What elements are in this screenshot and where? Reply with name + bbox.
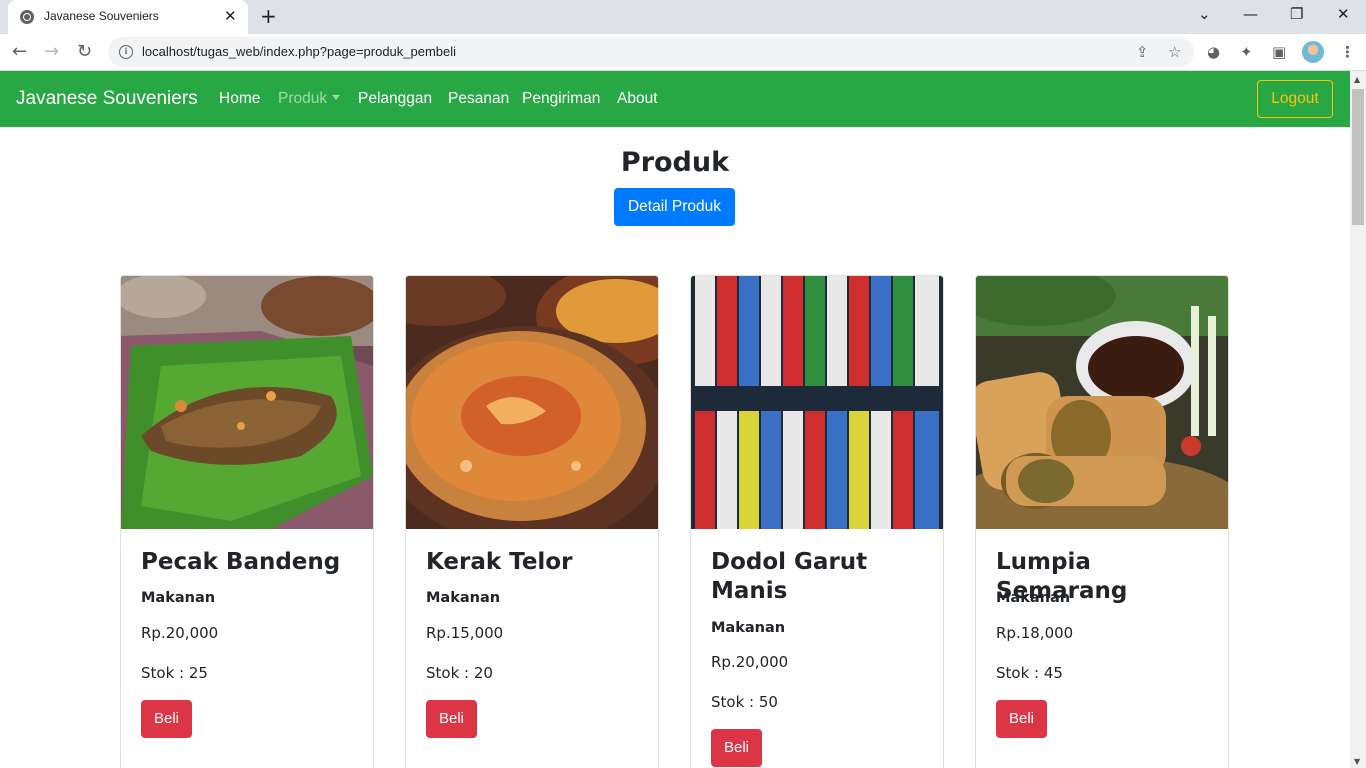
product-category: Makanan [141,590,216,606]
globe-icon [20,10,34,24]
tab-title: Javanese Souveniers [44,9,159,23]
product-price: Rp.18,000 [996,624,1074,642]
page-scrollbar[interactable]: ▲ ▼ [1350,71,1366,768]
product-category: Makanan [996,590,1071,606]
product-stock: Stok : 20 [426,664,493,682]
extensions-puzzle-icon[interactable]: ✦ [1240,43,1253,61]
minimize-icon[interactable]: — [1243,4,1258,24]
site-info-icon[interactable]: i [119,45,133,59]
product-stock: Stok : 45 [996,664,1063,682]
navbar-brand[interactable]: Javanese Souveniers [16,88,198,110]
nav-link-pelanggan[interactable]: Pelanggan [358,90,432,108]
tab-search-icon[interactable]: ⌄ [1198,4,1211,24]
scroll-down-arrow-icon[interactable]: ▼ [1354,757,1360,766]
product-category: Makanan [426,590,501,606]
product-price: Rp.20,000 [711,653,789,671]
share-icon[interactable]: ⇪ [1136,43,1149,61]
restore-icon[interactable]: ❐ [1290,4,1303,24]
detail-produk-button[interactable]: Detail Produk [614,188,735,226]
browser-toolbar: ← → ↻ i localhost/tugas_web/index.php?pa… [0,34,1366,71]
product-category: Makanan [711,620,786,636]
nav-link-pengiriman[interactable]: Pengiriman [522,90,600,108]
product-image-pecak-bandeng [121,276,373,529]
address-bar[interactable]: i localhost/tugas_web/index.php?page=pro… [108,37,1194,67]
forward-icon[interactable]: → [44,41,59,63]
new-tab-icon[interactable]: + [260,5,277,27]
product-card: Dodol Garut Manis Makanan Rp.20,000 Stok… [690,275,944,768]
page-viewport: Javanese Souveniers Home Produk Pelangga… [0,71,1350,768]
back-icon[interactable]: ← [12,41,27,63]
profile-avatar[interactable] [1302,41,1324,63]
url-text[interactable]: localhost/tugas_web/index.php?page=produ… [142,44,456,59]
product-card: Kerak Telor Makanan Rp.15,000 Stok : 20 … [405,275,659,768]
product-image-dodol-garut [691,276,943,529]
page-title: Produk [620,147,730,178]
nav-link-home[interactable]: Home [219,90,260,108]
close-tab-icon[interactable]: ✕ [224,8,237,24]
beli-button[interactable]: Beli [996,700,1047,738]
nav-link-about[interactable]: About [617,90,658,108]
scrollbar-thumb[interactable] [1352,89,1364,225]
browser-tab[interactable]: Javanese Souveniers ✕ [8,0,248,34]
scroll-up-arrow-icon[interactable]: ▲ [1354,75,1360,84]
bookmark-star-icon[interactable]: ☆ [1168,43,1181,61]
product-stock: Stok : 25 [141,664,208,682]
logout-button[interactable]: Logout [1257,80,1333,118]
product-image-lumpia-semarang [976,276,1228,529]
product-name: Pecak Bandeng [141,549,341,575]
browser-tabstrip: Javanese Souveniers ✕ + ⌄ — ❐ ✕ [0,0,1366,34]
product-price: Rp.15,000 [426,624,504,642]
nav-dropdown-label: Produk [278,90,328,107]
product-card: Pecak Bandeng Makanan Rp.20,000 Stok : 2… [120,275,374,768]
product-image-kerak-telor [406,276,658,529]
site-navbar: Javanese Souveniers Home Produk Pelangga… [0,71,1350,127]
beli-button[interactable]: Beli [141,700,192,738]
chevron-down-icon [332,95,341,100]
beli-button[interactable]: Beli [711,729,762,767]
nav-dropdown-produk[interactable]: Produk [278,90,341,108]
close-window-icon[interactable]: ✕ [1337,4,1350,24]
menu-kebab-icon[interactable]: ⋮ [1340,43,1355,61]
product-name: Kerak Telor [426,549,573,575]
reload-icon[interactable]: ↻ [77,41,92,63]
product-stock: Stok : 50 [711,693,778,711]
side-panel-icon[interactable]: ▣ [1272,43,1286,61]
beli-button[interactable]: Beli [426,700,477,738]
panda-extension-icon[interactable]: ◕ [1207,43,1220,61]
product-price: Rp.20,000 [141,624,219,642]
product-card: Lumpia Semarang Makanan Rp.18,000 Stok :… [975,275,1229,768]
product-name: Dodol Garut Manis [711,549,868,604]
nav-link-pesanan[interactable]: Pesanan [448,90,509,108]
